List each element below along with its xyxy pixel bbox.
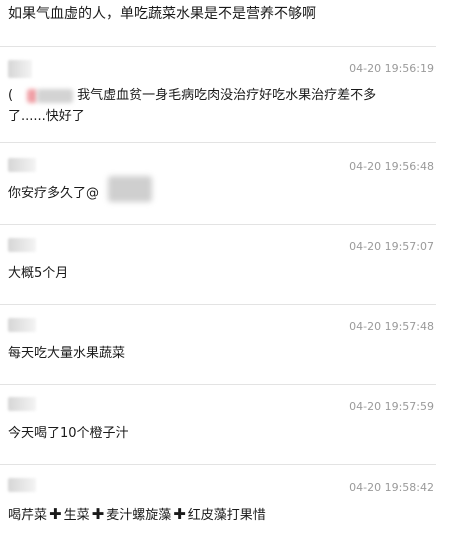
divider xyxy=(0,304,436,305)
redacted-mention xyxy=(37,88,74,103)
redacted-username xyxy=(8,397,36,411)
reply-text-line2: 了......快好了 xyxy=(8,109,85,124)
reply-timestamp: 04-20 19:56:48 xyxy=(349,160,434,173)
reply-text-part: 喝芹菜 xyxy=(8,508,48,523)
redacted-username xyxy=(8,478,36,492)
reply-text: 你安疗多久了@ xyxy=(8,186,100,201)
reply-text: 喝芹菜 ✚ 生菜 ✚ 麦汁螺旋藻 ✚ 红皮藻打果惜 xyxy=(8,505,266,525)
reply-text: 大概5个月 xyxy=(8,266,69,281)
redacted-username xyxy=(8,60,32,78)
reply-timestamp: 04-20 19:58:42 xyxy=(349,481,434,494)
redacted-mention xyxy=(108,176,152,202)
reply-text: 每天吃大量水果蔬菜 xyxy=(8,346,126,361)
divider xyxy=(0,464,436,465)
redacted-username xyxy=(8,158,36,172)
divider xyxy=(0,384,436,385)
redacted-username xyxy=(8,238,36,252)
reply-text-line1: 我气虚血贫一身毛病吃肉没治疗好吃水果治疗差不多 xyxy=(77,88,377,103)
reply-text-prefix: ( xyxy=(8,88,14,103)
divider xyxy=(0,46,436,47)
reply-text: ( 我气虚血贫一身毛病吃肉没治疗好吃水果治疗差不多 xyxy=(8,86,376,105)
plus-icon: ✚ xyxy=(91,505,105,523)
reply-timestamp: 04-20 19:57:59 xyxy=(349,400,434,413)
plus-icon: ✚ xyxy=(49,505,62,523)
divider xyxy=(0,142,436,143)
reply-timestamp: 04-20 19:57:07 xyxy=(349,240,434,253)
reply-text-part: 生菜 xyxy=(63,508,90,523)
reply-text-part: 麦汁螺旋藻 xyxy=(106,508,172,523)
redacted-username xyxy=(8,318,36,332)
plus-icon: ✚ xyxy=(173,505,186,523)
reply-timestamp: 04-20 19:57:48 xyxy=(349,320,434,333)
reply-timestamp: 04-20 19:56:19 xyxy=(349,62,434,75)
divider xyxy=(0,224,436,225)
redacted-mention xyxy=(27,88,38,103)
reply-text: 今天喝了10个橙子汁 xyxy=(8,426,129,441)
reply-text-part: 红皮藻打果惜 xyxy=(187,508,266,523)
top-comment-text: 如果气血虚的人，单吃蔬菜水果是不是营养不够啊 xyxy=(8,6,316,22)
